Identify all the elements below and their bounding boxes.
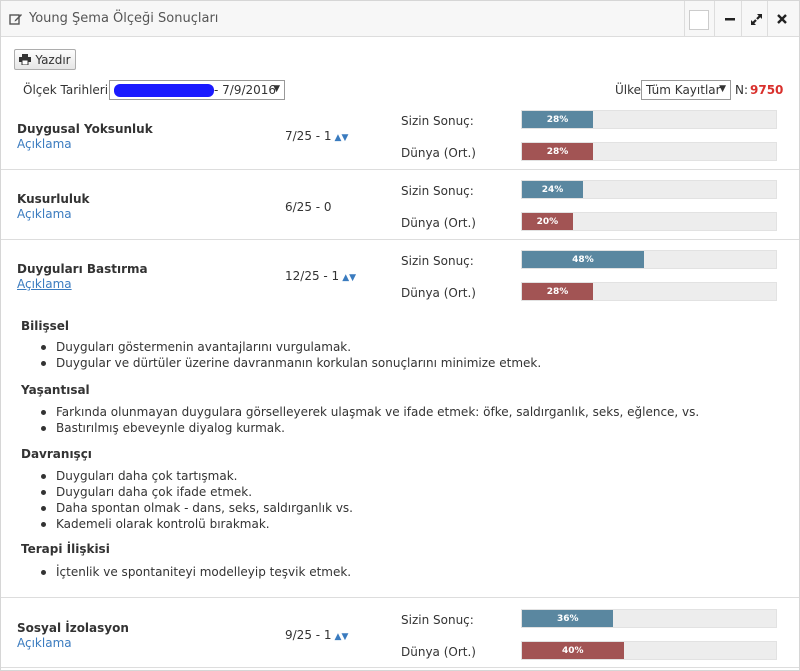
n-label: N: — [735, 83, 749, 97]
schema-name: Sosyal İzolasyon — [17, 621, 129, 635]
print-button[interactable]: Yazdır — [14, 49, 76, 70]
sort-icon[interactable]: ▲▼ — [342, 273, 356, 283]
detail-list: Duyguları göstermenin avantajlarını vurg… — [41, 339, 541, 371]
list-item: Duyguları göstermenin avantajlarını vurg… — [41, 339, 541, 355]
world-avg-bar: 20% — [521, 212, 777, 231]
detail-heading: Davranışçı — [21, 447, 92, 461]
world-avg-bar: 40% — [521, 641, 777, 660]
detail-list: Farkında olunmayan duygulara görselleyer… — [41, 404, 699, 436]
schema-name: Duygusal Yoksunluk — [17, 122, 153, 136]
schema-score: 9/25 - 1 ▲▼ — [285, 628, 349, 642]
world-avg-label: Dünya (Ort.) — [401, 286, 476, 300]
close-button[interactable] — [771, 8, 793, 30]
sort-icon[interactable]: ▲▼ — [335, 632, 349, 642]
schema-name: Kusurluluk — [17, 192, 90, 206]
detail-heading: Bilişsel — [21, 319, 70, 333]
description-link[interactable]: Açıklama — [17, 636, 72, 650]
world-avg-label: Dünya (Ort.) — [401, 146, 476, 160]
your-result-bar: 24% — [521, 180, 777, 199]
date-select[interactable]: - 7/9/2016 ▼ — [109, 80, 285, 100]
world-avg-fill: 28% — [522, 143, 594, 160]
date-label: Ölçek Tarihleri : — [23, 83, 116, 97]
list-item: Duyguları daha çok tartışmak. — [41, 468, 353, 484]
world-avg-bar: 28% — [521, 282, 777, 301]
your-result-bar: 28% — [521, 110, 777, 129]
list-item: Farkında olunmayan duygulara görselleyer… — [41, 404, 699, 420]
schema-name: Duyguları Bastırma — [17, 262, 148, 276]
country-select[interactable]: Tüm Kayıtlar ▼ — [641, 80, 731, 100]
edit-icon — [9, 14, 22, 25]
world-avg-label: Dünya (Ort.) — [401, 645, 476, 659]
panel-header: Young Şema Ölçeği Sonuçları — [1, 1, 799, 37]
list-item: Bastırılmış ebeveynle diyalog kurmak. — [41, 420, 699, 436]
list-item: Duygular ve dürtüler üzerine davranmanın… — [41, 355, 541, 371]
date-value: - 7/9/2016 — [214, 83, 277, 97]
schema-score: 12/25 - 1 ▲▼ — [285, 269, 357, 283]
close-icon — [777, 14, 787, 24]
expand-button[interactable] — [745, 8, 767, 30]
your-result-bar: 48% — [521, 250, 777, 269]
description-link[interactable]: Açıklama — [17, 277, 72, 291]
country-label: Ülke — [615, 83, 642, 97]
your-result-fill: 48% — [522, 251, 644, 268]
redacted-date — [114, 84, 214, 97]
detail-list: Duyguları daha çok tartışmak. Duyguları … — [41, 468, 353, 532]
schema-score: 7/25 - 1 ▲▼ — [285, 129, 349, 143]
your-result-label: Sizin Sonuç: — [401, 613, 474, 627]
schema-score: 6/25 - 0 — [285, 200, 332, 214]
print-label: Yazdır — [35, 52, 71, 67]
your-result-fill: 24% — [522, 181, 583, 198]
list-item: Duyguları daha çok ifade etmek. — [41, 484, 353, 500]
detail-heading: Yaşantısal — [21, 383, 90, 397]
sort-icon[interactable]: ▲▼ — [335, 133, 349, 143]
minimize-button[interactable] — [719, 8, 741, 30]
caret-down-icon: ▼ — [273, 84, 280, 94]
your-result-fill: 28% — [522, 111, 594, 128]
list-item: Daha spontan olmak - dans, seks, saldırg… — [41, 500, 353, 516]
detail-list: İçtenlik ve spontaniteyi modelleyip teşv… — [41, 564, 351, 580]
world-avg-fill: 40% — [522, 642, 624, 659]
printer-icon — [19, 54, 32, 65]
expand-icon — [750, 13, 762, 25]
n-value: 9750 — [750, 83, 784, 97]
results-panel: Young Şema Ölçeği Sonuçları Yazdır Ölçek… — [0, 0, 800, 671]
minimize-icon — [725, 18, 735, 21]
list-item: Kademeli olarak kontrolü bırakmak. — [41, 516, 353, 532]
panel-title: Young Şema Ölçeği Sonuçları — [29, 11, 219, 26]
description-link[interactable]: Açıklama — [17, 137, 72, 151]
toggle-box-button[interactable] — [689, 10, 709, 30]
description-link[interactable]: Açıklama — [17, 207, 72, 221]
world-avg-fill: 28% — [522, 283, 594, 300]
country-value: Tüm Kayıtlar — [646, 83, 721, 97]
world-avg-fill: 20% — [522, 213, 573, 230]
world-avg-label: Dünya (Ort.) — [401, 216, 476, 230]
description-details: Bilişsel Duyguları göstermenin avantajla… — [1, 313, 799, 596]
your-result-label: Sizin Sonuç: — [401, 184, 474, 198]
your-result-fill: 36% — [522, 610, 614, 627]
world-avg-bar: 28% — [521, 142, 777, 161]
your-result-bar: 36% — [521, 609, 777, 628]
caret-down-icon: ▼ — [719, 84, 726, 94]
your-result-label: Sizin Sonuç: — [401, 114, 474, 128]
your-result-label: Sizin Sonuç: — [401, 254, 474, 268]
detail-heading: Terapi İlişkisi — [21, 542, 110, 556]
list-item: İçtenlik ve spontaniteyi modelleyip teşv… — [41, 564, 351, 580]
